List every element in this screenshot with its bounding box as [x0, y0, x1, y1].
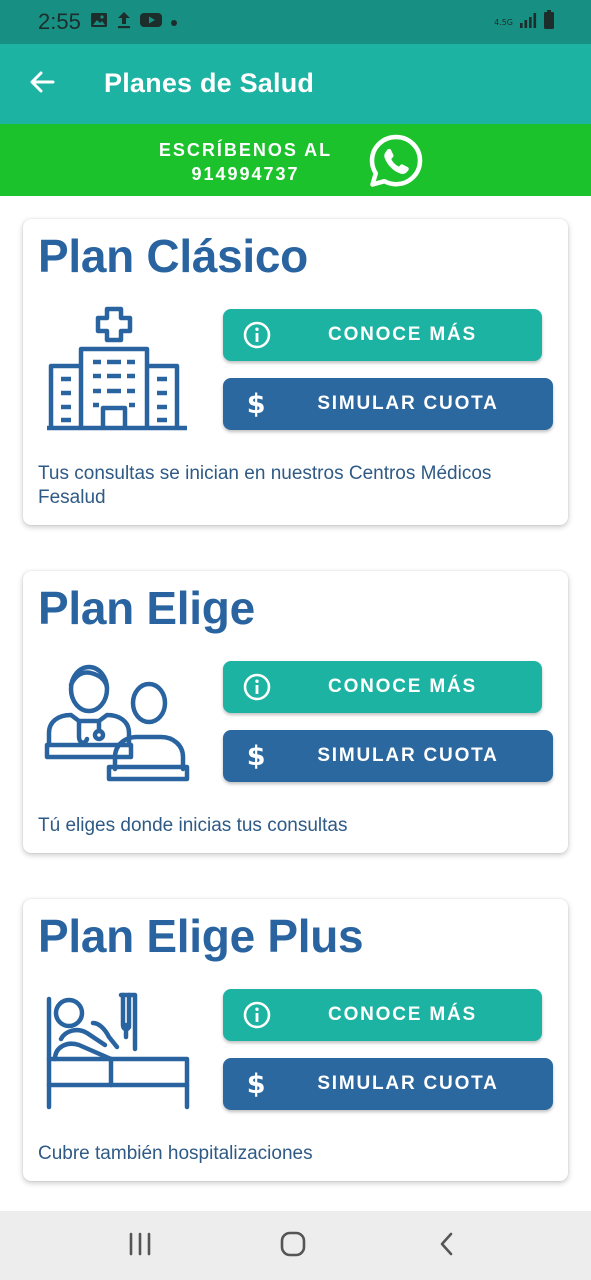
- plan-title: Plan Elige: [38, 582, 255, 634]
- network-label: 4.5G: [494, 17, 513, 27]
- dot-icon: [170, 14, 178, 32]
- page-title: Planes de Salud: [104, 68, 315, 98]
- plan-description: Cubre también hospitalizaciones: [38, 1143, 313, 1164]
- doctor-patient-icon: [43, 659, 191, 789]
- signal-icon: [519, 11, 537, 34]
- plan-title: Plan Clásico: [38, 230, 308, 282]
- back-nav-button[interactable]: [427, 1229, 467, 1263]
- conoce-mas-button[interactable]: CONOCE MÁS: [223, 661, 542, 713]
- notification-icons: [90, 11, 178, 34]
- conoce-mas-button[interactable]: CONOCE MÁS: [223, 989, 542, 1041]
- info-icon: [243, 1001, 271, 1029]
- image-icon: [90, 12, 108, 33]
- plan-description: Tus consultas se inician en nuestros Cen…: [38, 463, 492, 508]
- whatsapp-text: ESCRÍBENOS AL 914994737: [148, 138, 343, 186]
- plan-title: Plan Elige Plus: [38, 910, 364, 962]
- dollar-icon: $: [246, 740, 268, 772]
- recent-apps-button[interactable]: [120, 1229, 160, 1263]
- plan-description: Tú eliges donde inicias tus consultas: [38, 815, 348, 836]
- home-icon: [279, 1230, 307, 1263]
- simular-cuota-button[interactable]: $ SIMULAR CUOTA: [223, 730, 553, 782]
- hospital-icon: [43, 304, 191, 434]
- back-button[interactable]: [22, 64, 62, 104]
- system-nav-bar: [0, 1211, 591, 1280]
- whatsapp-icon: [367, 132, 425, 190]
- upload-icon: [116, 11, 132, 34]
- dollar-icon: $: [246, 1068, 268, 1100]
- info-icon: [243, 673, 271, 701]
- conoce-mas-button[interactable]: CONOCE MÁS: [223, 309, 542, 361]
- plan-card-elige-plus: Plan Elige Plus CONOCE MÁS $ SIMULAR CUO…: [23, 899, 568, 1181]
- whatsapp-line1: ESCRÍBENOS AL: [158, 140, 333, 160]
- dollar-icon: $: [246, 388, 268, 420]
- status-bar: 2:55 4.5G: [0, 0, 591, 44]
- simular-cuota-label: SIMULAR CUOTA: [317, 1073, 499, 1094]
- youtube-icon: [140, 12, 162, 33]
- app-bar: Planes de Salud: [0, 44, 591, 124]
- simular-cuota-label: SIMULAR CUOTA: [317, 745, 499, 766]
- back-icon: [437, 1231, 457, 1262]
- home-button[interactable]: [273, 1229, 313, 1263]
- simular-cuota-button[interactable]: $ SIMULAR CUOTA: [223, 1058, 553, 1110]
- recent-apps-icon: [127, 1232, 153, 1261]
- battery-icon: [543, 10, 555, 35]
- simular-cuota-button[interactable]: $ SIMULAR CUOTA: [223, 378, 553, 430]
- arrow-back-icon: [29, 70, 55, 99]
- status-time: 2:55: [38, 9, 81, 34]
- plan-card-clasico: Plan Clásico CONOCE MÁS $ SIMULAR CUOTA …: [23, 219, 568, 525]
- hospital-bed-icon: [43, 987, 191, 1117]
- simular-cuota-label: SIMULAR CUOTA: [317, 393, 499, 414]
- whatsapp-phone: 914994737: [191, 164, 300, 184]
- info-icon: [243, 321, 271, 349]
- system-icons: 4.5G: [494, 10, 555, 35]
- plan-card-elige: Plan Elige CONOCE MÁS $ SIMULAR CUOTA Tú…: [23, 571, 568, 853]
- whatsapp-banner[interactable]: ESCRÍBENOS AL 914994737: [0, 124, 591, 196]
